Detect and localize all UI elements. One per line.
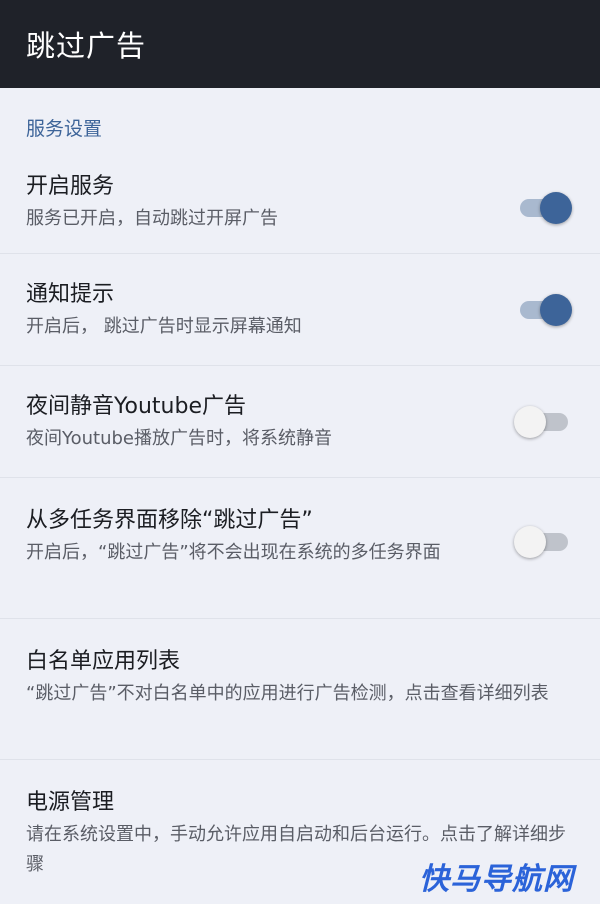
setting-subtitle: 开启后， 跳过广告时显示屏幕通知 (26, 316, 302, 337)
setting-subtitle: 开启后，“跳过广告”将不会出现在系统的多任务界面 (26, 542, 441, 563)
setting-subtitle: 夜间Youtube播放广告时，将系统静音 (26, 428, 332, 449)
setting-text: 从多任务界面移除“跳过广告” 开启后，“跳过广告”将不会出现在系统的多任务界面 (26, 504, 496, 568)
notification-toggle[interactable] (520, 292, 572, 328)
setting-text: 夜间静音Youtube广告 夜间Youtube播放广告时，将系统静音 (26, 390, 496, 454)
toggle-thumb (514, 406, 546, 438)
setting-row-notification[interactable]: 通知提示 开启后， 跳过广告时显示屏幕通知 (0, 254, 600, 366)
app-bar: 跳过广告 (0, 0, 600, 88)
setting-row-hide-from-recents[interactable]: 从多任务界面移除“跳过广告” 开启后，“跳过广告”将不会出现在系统的多任务界面 (0, 478, 600, 619)
setting-title: 夜间静音Youtube广告 (26, 394, 246, 419)
setting-text: 通知提示 开启后， 跳过广告时显示屏幕通知 (26, 278, 496, 342)
hide-from-recents-toggle[interactable] (514, 524, 572, 560)
section-header-service-settings: 服务设置 (26, 118, 103, 140)
toggle-thumb (540, 294, 572, 326)
watermark-logo: 快马导航网 (419, 862, 574, 897)
setting-title: 开启服务 (26, 174, 115, 199)
toggle-thumb (514, 526, 546, 558)
toggle-thumb (540, 192, 572, 224)
setting-row-night-mute-youtube[interactable]: 夜间静音Youtube广告 夜间Youtube播放广告时，将系统静音 (0, 366, 600, 478)
page-title: 跳过广告 (26, 29, 147, 63)
setting-row-enable-service[interactable]: 开启服务 服务已开启，自动跳过开屏广告 (0, 164, 600, 254)
setting-title: 通知提示 (26, 282, 115, 307)
app-window: 跳过广告 服务设置 开启服务 服务已开启，自动跳过开屏广告 通知提示 开启后， … (0, 0, 600, 904)
setting-subtitle: 服务已开启，自动跳过开屏广告 (26, 208, 278, 229)
night-mute-youtube-toggle[interactable] (514, 404, 572, 440)
setting-subtitle: “跳过广告”不对白名单中的应用进行广告检测，点击查看详细列表 (26, 683, 549, 704)
setting-text: 开启服务 服务已开启，自动跳过开屏广告 (26, 170, 496, 234)
setting-title: 白名单应用列表 (26, 649, 181, 674)
setting-text: 白名单应用列表 “跳过广告”不对白名单中的应用进行广告检测，点击查看详细列表 (26, 645, 574, 709)
setting-title: 电源管理 (26, 790, 115, 815)
setting-title: 从多任务界面移除“跳过广告” (26, 508, 313, 533)
enable-service-toggle[interactable] (520, 190, 572, 226)
setting-row-whitelist[interactable]: 白名单应用列表 “跳过广告”不对白名单中的应用进行广告检测，点击查看详细列表 (0, 619, 600, 760)
